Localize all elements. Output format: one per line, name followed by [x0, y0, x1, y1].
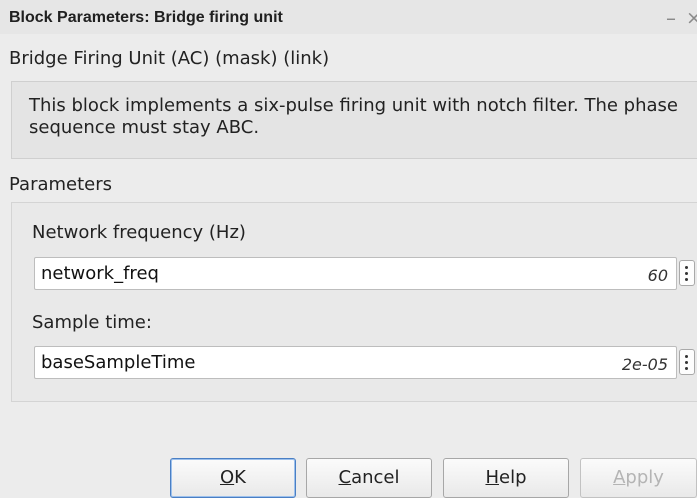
dialog-title: Block Parameters: Bridge firing unit	[9, 9, 283, 26]
dialog-titlebar[interactable]: Block Parameters: Bridge firing unit – ×	[0, 0, 697, 34]
parameters-section-label: Parameters	[9, 174, 113, 195]
sample-time-field[interactable]: 2e-05	[34, 346, 677, 379]
kebab-dot-icon	[685, 355, 688, 358]
sample-time-label: Sample time:	[32, 312, 152, 333]
sample-time-input[interactable]	[41, 352, 581, 373]
help-button-mnemonic: H	[485, 467, 500, 488]
ok-button[interactable]: OK	[170, 458, 296, 498]
mask-title: Bridge Firing Unit (AC) (mask) (link)	[9, 48, 330, 69]
kebab-dot-icon	[685, 266, 688, 269]
sample-time-evaluated-value: 2e-05	[621, 355, 668, 374]
help-button[interactable]: Help	[443, 458, 569, 498]
cancel-button-mnemonic: C	[338, 467, 352, 488]
help-button-label: elp	[499, 467, 527, 488]
sample-time-options-button[interactable]	[679, 349, 695, 375]
apply-button[interactable]: Apply	[580, 458, 697, 498]
ok-button-mnemonic: O	[220, 467, 235, 488]
network-frequency-options-button[interactable]	[679, 260, 695, 286]
apply-button-mnemonic: A	[613, 467, 626, 488]
close-icon[interactable]: ×	[686, 7, 697, 29]
apply-button-label: pply	[625, 467, 664, 488]
network-frequency-input[interactable]	[41, 263, 581, 284]
network-frequency-field[interactable]: 60	[34, 257, 677, 290]
ok-button-label: K	[234, 467, 246, 488]
network-frequency-label: Network frequency (Hz)	[32, 222, 246, 243]
kebab-dot-icon	[685, 361, 688, 364]
parameters-panel: Network frequency (Hz) 60 Sample time: 2…	[11, 202, 697, 402]
mask-description-panel: This block implements a six-pulse firing…	[11, 81, 697, 159]
mask-description: This block implements a six-pulse firing…	[29, 95, 678, 138]
kebab-dot-icon	[685, 367, 688, 370]
cancel-button-label: ancel	[351, 467, 400, 488]
network-frequency-evaluated-value: 60	[647, 266, 668, 285]
kebab-dot-icon	[685, 278, 688, 281]
kebab-dot-icon	[685, 272, 688, 275]
cancel-button[interactable]: Cancel	[306, 458, 432, 498]
minimize-icon[interactable]: –	[666, 6, 676, 30]
